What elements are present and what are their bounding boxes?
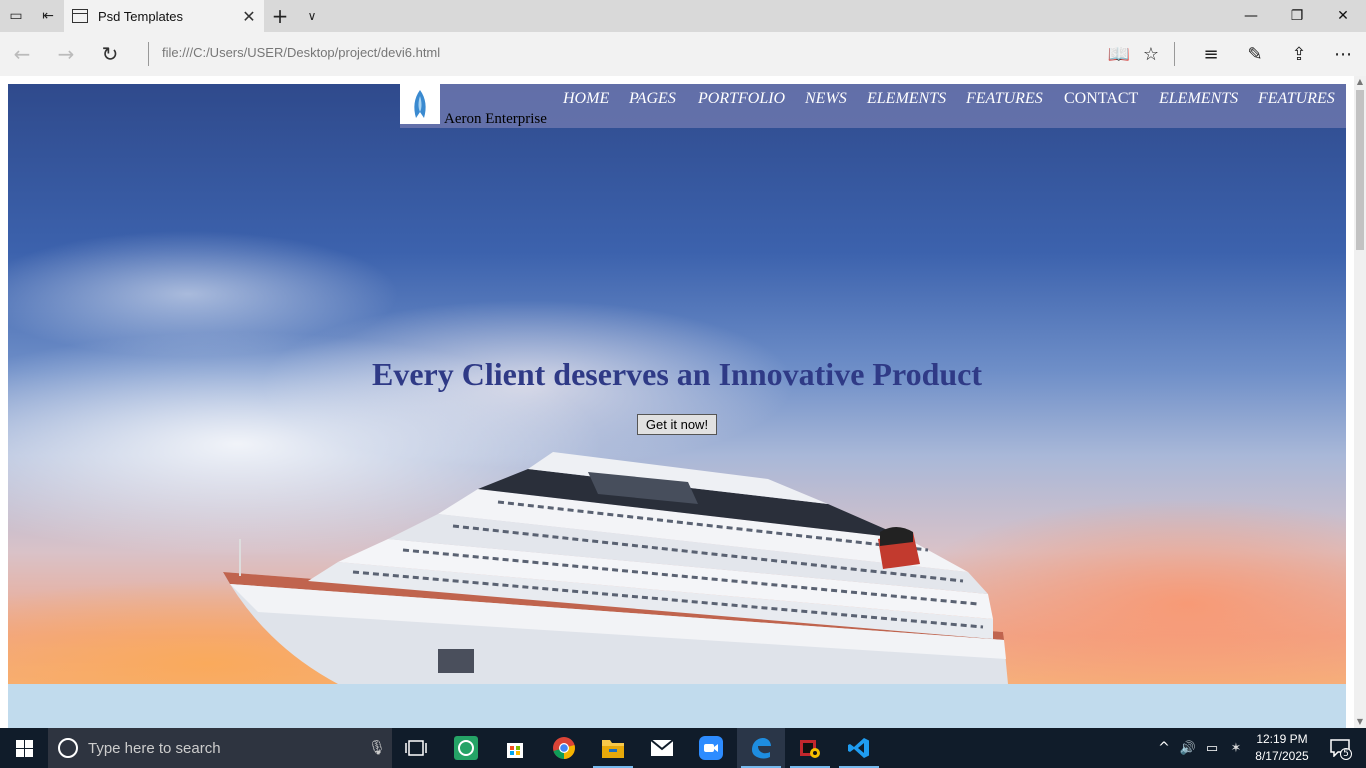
refresh-icon[interactable]: ↻ [88, 32, 132, 76]
nav-elements[interactable]: ELEMENTS [867, 90, 946, 108]
nav-pages[interactable]: PAGES [629, 90, 676, 108]
microphone-icon[interactable]: 🎙 [362, 740, 392, 756]
tab-active[interactable]: Psd Templates ✕ [64, 0, 264, 32]
microsoft-store-icon[interactable] [491, 728, 539, 768]
task-view-icon[interactable] [392, 728, 440, 768]
back-icon[interactable]: ← [0, 32, 44, 76]
zoom-icon[interactable] [687, 728, 735, 768]
volume-icon[interactable]: 🔊 [1176, 728, 1200, 768]
favorite-star-icon[interactable]: ☆ [1129, 32, 1173, 76]
system-clock[interactable]: 12:19 PM 8/17/2025 [1244, 731, 1320, 765]
new-tab-icon[interactable]: + [264, 0, 296, 32]
hub-icon[interactable]: ≡ [1189, 32, 1233, 76]
brand-logo[interactable] [400, 84, 440, 124]
toolbar-separator [1174, 42, 1175, 66]
nav-features[interactable]: FEATURES [966, 90, 1043, 108]
scroll-down-icon[interactable]: ▼ [1354, 716, 1366, 728]
battery-icon[interactable]: ▭ [1200, 728, 1224, 768]
nav-news[interactable]: NEWS [805, 90, 847, 108]
edge-icon[interactable] [737, 728, 785, 768]
file-explorer-icon[interactable] [589, 728, 637, 768]
page-favicon-icon [72, 9, 88, 23]
more-icon[interactable]: ⋯ [1321, 32, 1365, 76]
clock-time: 12:19 PM [1256, 732, 1308, 746]
tab-close-icon[interactable]: ✕ [234, 7, 264, 26]
restore-button[interactable]: ❐ [1274, 0, 1320, 32]
media-app-icon[interactable] [786, 728, 834, 768]
whatsapp-icon[interactable] [442, 728, 490, 768]
url-field[interactable]: file:///C:/Users/USER/Desktop/project/de… [162, 45, 440, 60]
action-center-icon[interactable]: 5 [1320, 728, 1360, 768]
nav-elements-2[interactable]: ELEMENTS [1159, 90, 1238, 108]
tab-list-icon[interactable]: ▭ [0, 0, 32, 32]
nav-contact[interactable]: CONTACT [1064, 90, 1138, 108]
nav-home[interactable]: HOME [563, 90, 609, 108]
mail-icon[interactable] [638, 728, 686, 768]
address-bar: ← → ↻ file:///C:/Users/USER/Desktop/proj… [0, 32, 1366, 76]
tab-title: Psd Templates [98, 8, 184, 24]
brand-name: Aeron Enterprise [444, 111, 547, 127]
start-button[interactable] [0, 728, 48, 768]
scroll-thumb[interactable] [1356, 90, 1364, 250]
tab-preview-chevron-icon[interactable]: ∨ [296, 0, 328, 32]
share-icon[interactable]: ⇪ [1277, 32, 1321, 76]
notification-count-badge: 5 [1340, 748, 1352, 760]
forward-icon[interactable]: → [44, 32, 88, 76]
taskbar-search[interactable]: Type here to search 🎙 [48, 728, 392, 768]
vscode-icon[interactable] [835, 728, 883, 768]
show-hidden-icons-icon[interactable]: ^ [1152, 728, 1176, 768]
search-placeholder: Type here to search [88, 739, 221, 757]
minimize-button[interactable]: — [1228, 0, 1274, 32]
nav-portfolio[interactable]: PORTFOLIO [698, 90, 785, 108]
taskbar: Type here to search 🎙 ^ 🔊 ▭ ✶ 12:19 PM 8… [0, 728, 1366, 768]
address-separator [148, 42, 149, 66]
web-note-icon[interactable]: ✎ [1233, 32, 1277, 76]
page-viewport: Aeron Enterprise HOME PAGES PORTFOLIO NE… [0, 76, 1366, 728]
site-header: Aeron Enterprise HOME PAGES PORTFOLIO NE… [8, 84, 1346, 128]
chrome-icon[interactable] [540, 728, 588, 768]
tab-bar: ▭ ⇤ Psd Templates ✕ + ∨ — ❐ ✕ [0, 0, 1366, 32]
set-aside-tabs-icon[interactable]: ⇤ [32, 0, 64, 32]
next-section [8, 684, 1346, 728]
close-window-button[interactable]: ✕ [1320, 0, 1366, 32]
logo-icon [414, 90, 426, 118]
clock-date: 8/17/2025 [1255, 749, 1309, 763]
page-scrollbar[interactable]: ▲ ▼ [1354, 76, 1366, 728]
nav-features-2[interactable]: FEATURES [1258, 90, 1335, 108]
get-it-now-button[interactable]: Get it now! [637, 414, 717, 435]
windows-logo-icon [15, 739, 33, 757]
cortana-icon [58, 738, 78, 758]
scroll-up-icon[interactable]: ▲ [1354, 76, 1366, 88]
hero-headline: Every Client deserves an Innovative Prod… [371, 356, 983, 392]
